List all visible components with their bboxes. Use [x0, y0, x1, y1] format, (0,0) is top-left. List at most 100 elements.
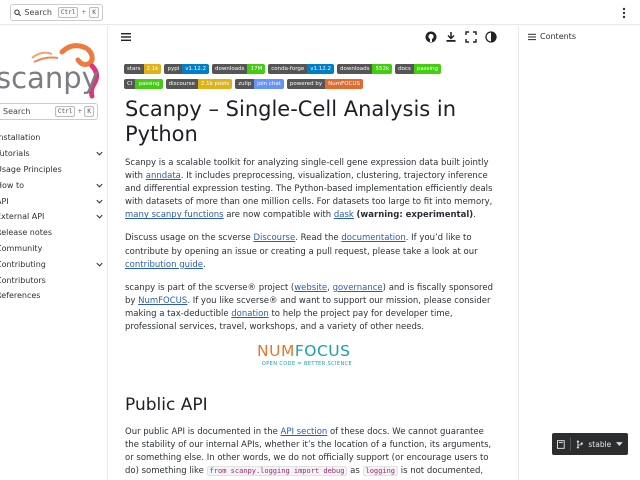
sidebar-item-label: Community [0, 243, 43, 253]
toc-title: Contents [540, 32, 576, 41]
badge-row: stars 2.1k pypi v1.12.2 downloads 17M conda-fo… [124, 64, 504, 75]
sidebar-item-label: Usage Principles [0, 164, 62, 174]
shortcut-key-ctrl: Ctrl [57, 7, 79, 18]
sidebar-nav: Installation Tutorials Usage Principles … [0, 130, 108, 304]
menu-dots-icon[interactable] [617, 6, 631, 20]
sidebar-item-api[interactable]: API [0, 193, 108, 209]
section-heading-public-api: Public API [125, 395, 208, 415]
list-icon [528, 33, 536, 40]
sidebar-item-tutorials[interactable]: Tutorials [0, 146, 108, 162]
chevron-down-icon[interactable] [95, 212, 104, 221]
sidebar-shortcut-key-ctrl: Ctrl [54, 106, 76, 117]
header-search-button[interactable]: Search Ctrl + K [10, 4, 103, 21]
secondary-sidebar: Contents [518, 26, 640, 480]
badge-value: 17M [247, 64, 266, 74]
link-governance[interactable]: governance [333, 283, 383, 293]
badge-label: stars [124, 64, 144, 74]
link-api-section[interactable]: API section [281, 427, 328, 437]
badge-stars[interactable]: stars 2.1k [124, 64, 162, 74]
chevron-down-icon[interactable] [95, 197, 104, 206]
scanpy-logo[interactable]: scanpy [0, 40, 108, 100]
badge-powered-by[interactable]: powered by NumFOCUS [286, 79, 363, 89]
warning-text: (warning: experimental) [356, 210, 474, 221]
article-main: stars 2.1k pypi v1.12.2 downloads 17M conda-fo… [109, 26, 517, 480]
numfocus-logo[interactable]: NUMFOCUS OPEN CODE = BETTER SCIENCE [257, 342, 357, 372]
chevron-down-icon[interactable] [95, 181, 104, 190]
chevron-down-icon[interactable] [95, 149, 104, 158]
sidebar-item-contributors[interactable]: Contributors [0, 272, 108, 288]
numfocus-tagline: OPEN CODE = BETTER SCIENCE [261, 361, 353, 367]
badge-label: pypi [164, 64, 183, 74]
link-many-scanpy-functions[interactable]: many scanpy functions [125, 210, 224, 220]
badge-downloads[interactable]: downloads 17M [211, 64, 266, 74]
link-donation[interactable]: donation [231, 309, 268, 319]
badge-label: downloads [211, 64, 248, 74]
shortcut-key-k: K [89, 7, 99, 18]
top-header: Search Ctrl + K [0, 0, 640, 25]
badge-value: passing [135, 79, 163, 89]
shortcut-plus: + [81, 9, 87, 16]
sidebar-item-installation[interactable]: Installation [0, 130, 108, 146]
toc-header: Contents [528, 32, 576, 41]
download-icon[interactable] [445, 31, 457, 43]
badge-value: 552k [372, 64, 393, 74]
badge-value: join chat [254, 79, 284, 89]
version-switcher[interactable]: stable [552, 433, 628, 455]
sidebar-item-usage-principles[interactable]: Usage Principles [0, 162, 108, 178]
sidebar-shortcut-key-k: K [84, 106, 94, 117]
sidebar-item-release-notes[interactable]: Release notes [0, 225, 108, 241]
theme-toggle-icon[interactable] [485, 31, 497, 43]
badge-label: conda-forge [268, 64, 308, 74]
link-anndata[interactable]: anndata [146, 171, 181, 181]
sidebar-item-label: Contributing [0, 259, 46, 269]
badge-docs[interactable]: docs passing [395, 64, 442, 74]
badge-label: CI [124, 79, 136, 89]
hamburger-menu-icon[interactable] [121, 32, 131, 42]
badge-zulip[interactable]: zulip join chat [235, 79, 284, 89]
search-icon [14, 9, 22, 16]
sidebar-search-label: Search [3, 107, 31, 116]
fullscreen-icon[interactable] [465, 31, 477, 43]
badge-label: zulip [235, 79, 255, 89]
sidebar-item-label: How to [0, 180, 25, 190]
public-api-section: Public API Our public API is documented … [125, 394, 495, 480]
scverse-paragraph: scanpy is part of the scverse® project (… [125, 282, 493, 333]
sidebar-item-contributing[interactable]: Contributing [0, 256, 108, 272]
badge-row: CI passing discourse 2.1k posts zulip join ch… [124, 79, 504, 90]
caret-down-icon [616, 441, 624, 446]
badge-downloads[interactable]: downloads 552k [337, 64, 393, 74]
badge-label: downloads [337, 64, 373, 74]
badge-label: powered by [286, 79, 326, 89]
numfocus-num-text: NUM [257, 342, 295, 360]
sidebar-item-community[interactable]: Community [0, 241, 108, 257]
link-numfocus[interactable]: NumFOCUS [138, 296, 187, 306]
sidebar-item-label: Release notes [0, 228, 52, 238]
sidebar-item-label: References [0, 291, 41, 301]
discuss-paragraph: Discuss usage on the scverse Discourse. … [125, 233, 478, 270]
sidebar-item-label: Tutorials [0, 149, 30, 159]
public-api-paragraph: Our public API is documented in the API … [125, 427, 492, 480]
chevron-down-icon[interactable] [95, 260, 104, 269]
sidebar-item-how-to[interactable]: How to [0, 177, 108, 193]
badge-conda-forge[interactable]: conda-forge v1.12.2 [268, 64, 335, 74]
sidebar-item-label: Contributors [0, 275, 46, 285]
article-content: Scanpy – Single-Cell Analysis in Python … [125, 97, 495, 334]
link-website[interactable]: website [294, 283, 327, 293]
sidebar-item-label: Installation [0, 133, 41, 143]
link-discourse[interactable]: Discourse [253, 233, 295, 243]
github-icon[interactable] [425, 31, 437, 43]
code-logging: logging [362, 466, 399, 477]
logo-text: scanpy [0, 61, 99, 95]
badge-label: docs [395, 64, 414, 74]
link-contribution-guide[interactable]: contribution guide [125, 260, 203, 270]
badge-CI[interactable]: CI passing [124, 79, 163, 89]
version-label: stable [588, 439, 612, 449]
badge-pypi[interactable]: pypi v1.12.2 [164, 64, 209, 74]
sidebar-item-external-api[interactable]: External API [0, 209, 108, 225]
sidebar-item-references[interactable]: References [0, 288, 108, 304]
link-documentation[interactable]: documentation [341, 233, 405, 243]
link-dask[interactable]: dask [334, 210, 354, 220]
sidebar-search-button[interactable]: Search Ctrl + K [0, 103, 98, 120]
badge-discourse[interactable]: discourse 2.1k posts [165, 79, 233, 89]
badge-strip: stars 2.1k pypi v1.12.2 downloads 17M conda-fo… [124, 64, 504, 94]
